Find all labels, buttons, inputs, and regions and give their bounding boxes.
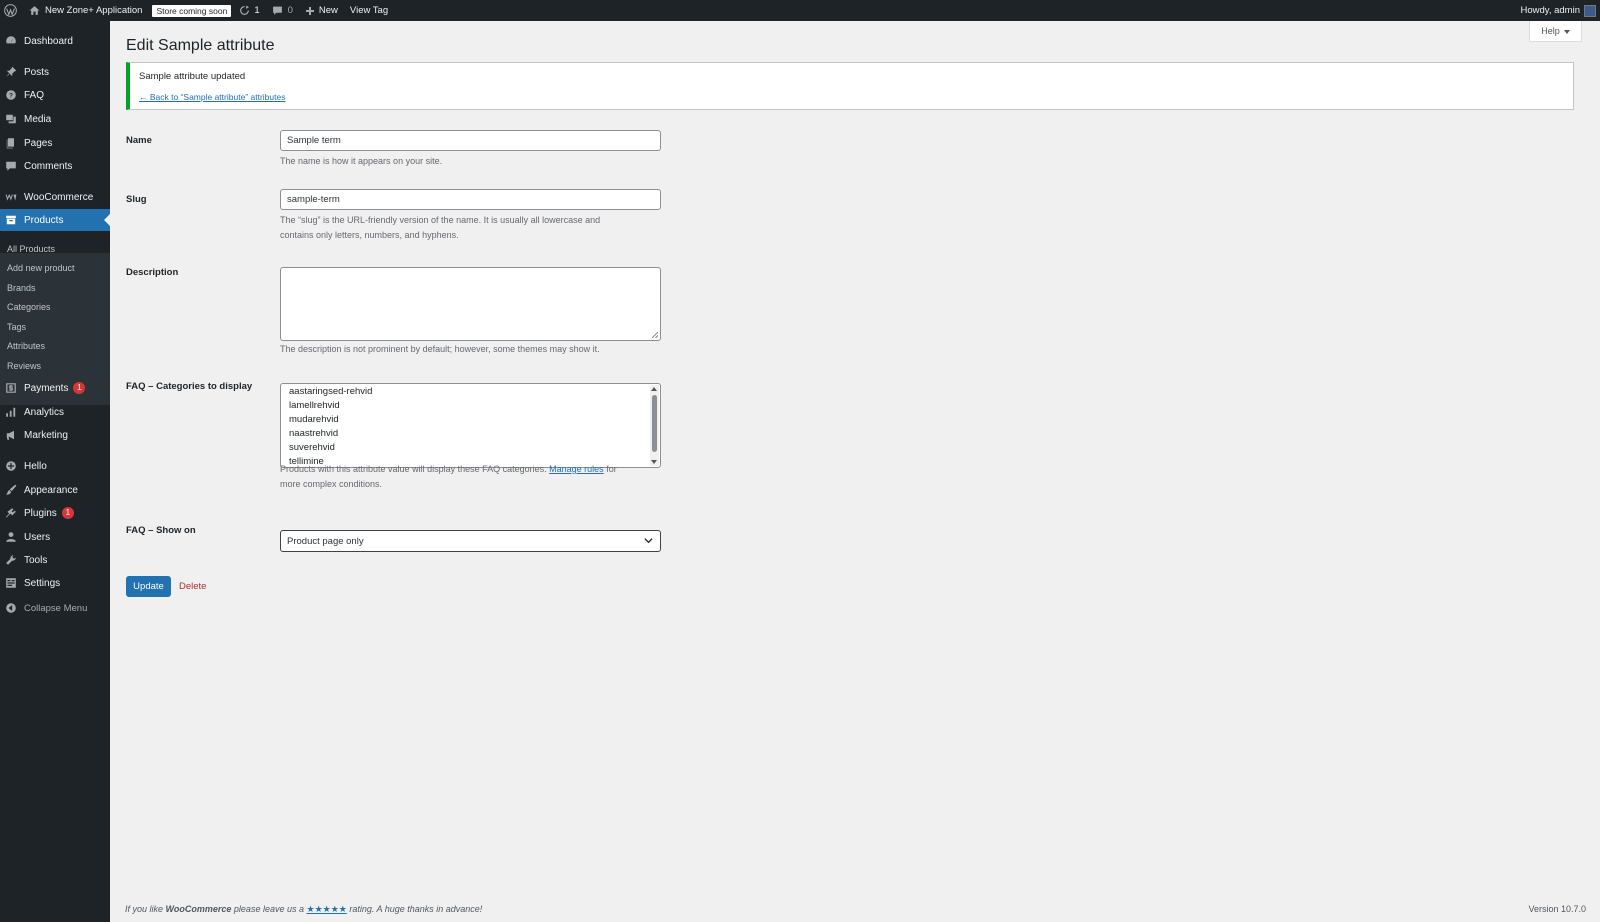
- sidebar-item-faq[interactable]: ? FAQ: [0, 84, 110, 106]
- user-icon: [5, 531, 17, 543]
- submenu-item-categories[interactable]: Categories: [7, 300, 51, 314]
- slug-label: Slug: [126, 194, 147, 205]
- svg-text:?: ?: [9, 92, 13, 99]
- faq-category-option[interactable]: naastrehvid: [289, 427, 338, 441]
- sidebar-item-comments[interactable]: Comments: [0, 155, 110, 177]
- submenu-item-reviews[interactable]: Reviews: [7, 359, 41, 373]
- back-to-attributes-link[interactable]: ← Back to “Sample attribute” attributes: [139, 92, 285, 102]
- payments-count-badge: 1: [73, 382, 86, 394]
- description-help: The description is not prominent by defa…: [280, 344, 600, 354]
- sidebar-item-settings[interactable]: Settings: [0, 572, 110, 594]
- site-name-link[interactable]: New Zone+ Application: [23, 0, 148, 21]
- view-tag-link[interactable]: View Tag: [344, 0, 394, 21]
- sidebar-item-media[interactable]: Media: [0, 108, 110, 130]
- faq-category-option[interactable]: lamellrehvid: [289, 399, 340, 413]
- submenu-item-tags[interactable]: Tags: [7, 320, 26, 334]
- faq-categories-description: Products with this attribute value will …: [280, 464, 617, 489]
- page-title: Edit Sample attribute: [126, 37, 275, 54]
- sidebar-item-plugins[interactable]: Plugins 1: [0, 502, 110, 524]
- sidebar-item-woocommerce[interactable]: WooCommerce: [0, 186, 110, 208]
- faq-category-option[interactable]: suverehvid: [289, 441, 335, 455]
- settings-icon: [5, 577, 17, 589]
- name-input[interactable]: Sample term: [280, 130, 661, 151]
- wrench-icon: [5, 554, 17, 566]
- new-content-link[interactable]: New: [299, 0, 344, 21]
- description-textarea[interactable]: [280, 267, 661, 341]
- faq-categories-multiselect[interactable]: aastaringsed-rehvid lamellrehvid mudareh…: [280, 383, 661, 468]
- main-content: Help Edit Sample attribute Sample attrib…: [110, 21, 1600, 922]
- submenu-item-all-products[interactable]: All Products: [7, 242, 55, 256]
- chevron-down-icon: [644, 536, 653, 548]
- updates-link[interactable]: 1: [233, 0, 265, 21]
- rating-stars-link[interactable]: ★★★★★: [307, 904, 347, 914]
- multiselect-scrollbar[interactable]: [650, 385, 659, 466]
- sidebar-item-marketing[interactable]: Marketing: [0, 424, 110, 446]
- pin-icon: [5, 66, 17, 78]
- plus-icon: [305, 6, 315, 16]
- avatar: [1584, 4, 1596, 17]
- sidebar-item-tools[interactable]: Tools: [0, 549, 110, 571]
- slug-description: The “slug” is the URL-friendly version o…: [280, 215, 601, 240]
- admin-sidebar: Dashboard Posts ? FAQ Media Pages Commen…: [0, 21, 110, 922]
- paintbrush-icon: [5, 484, 17, 496]
- comment-icon: [5, 160, 17, 172]
- caret-down-icon: [1563, 26, 1570, 36]
- comments-link[interactable]: 0: [266, 0, 299, 21]
- my-account-link[interactable]: Howdy, admin: [1515, 0, 1600, 21]
- plugins-count-badge: 1: [61, 507, 74, 519]
- faq-show-on-label: FAQ – Show on: [126, 525, 196, 536]
- archive-icon: [5, 214, 17, 226]
- plugin-icon: [5, 507, 17, 519]
- sidebar-item-payments[interactable]: Payments 1: [0, 377, 110, 399]
- collapse-arrow-icon: [5, 602, 17, 614]
- wordpress-logo-icon[interactable]: [0, 0, 23, 21]
- sidebar-item-hello[interactable]: Hello: [0, 455, 110, 477]
- faq-category-option[interactable]: mudarehvid: [289, 413, 339, 427]
- footer-thanks: If you like WooCommerce please leave us …: [125, 904, 483, 914]
- sidebar-item-appearance[interactable]: Appearance: [0, 479, 110, 501]
- delete-link[interactable]: Delete: [179, 581, 206, 592]
- megaphone-icon: [5, 429, 17, 441]
- updates-icon: [239, 5, 250, 16]
- sidebar-item-dashboard[interactable]: Dashboard: [0, 30, 110, 52]
- faq-category-option[interactable]: aastaringsed-rehvid: [289, 385, 372, 399]
- success-notice: Sample attribute updated ← Back to “Samp…: [126, 62, 1574, 110]
- collapse-menu-button[interactable]: Collapse Menu: [0, 597, 110, 619]
- media-icon: [5, 113, 17, 125]
- dashboard-icon: [5, 35, 17, 47]
- sidebar-item-pages[interactable]: Pages: [0, 132, 110, 154]
- admin-bar: New Zone+ Application Store coming soon …: [0, 0, 1600, 21]
- slug-input[interactable]: sample-term: [280, 189, 661, 210]
- submenu-item-brands[interactable]: Brands: [7, 281, 36, 295]
- sidebar-item-users[interactable]: Users: [0, 526, 110, 548]
- sidebar-item-products[interactable]: Products: [0, 209, 110, 231]
- home-icon: [29, 5, 40, 16]
- scroll-up-arrow-icon[interactable]: [651, 387, 657, 391]
- name-label: Name: [126, 135, 152, 146]
- help-circle-icon: ?: [5, 89, 17, 101]
- help-tab-button[interactable]: Help: [1529, 21, 1582, 42]
- manage-rules-link[interactable]: Manage rules: [549, 464, 604, 474]
- footer-version: Version 10.7.0: [1528, 904, 1586, 914]
- plus-circle-icon: [5, 460, 17, 472]
- payments-icon: [5, 382, 17, 394]
- notice-message: Sample attribute updated: [139, 71, 246, 82]
- sidebar-item-posts[interactable]: Posts: [0, 61, 110, 83]
- submenu-item-attributes[interactable]: Attributes: [7, 339, 45, 353]
- woocommerce-icon: [5, 191, 17, 203]
- store-coming-soon-badge[interactable]: Store coming soon: [148, 0, 233, 21]
- update-button[interactable]: Update: [126, 576, 171, 597]
- bar-chart-icon: [5, 406, 17, 418]
- faq-show-on-select[interactable]: Product page only: [280, 530, 661, 552]
- faq-categories-label: FAQ – Categories to display: [126, 381, 253, 392]
- name-description: The name is how it appears on your site.: [280, 156, 443, 166]
- scrollbar-thumb[interactable]: [652, 395, 657, 452]
- resize-handle-icon[interactable]: [652, 332, 658, 338]
- description-label: Description: [126, 267, 179, 278]
- comment-bubble-icon: [272, 5, 283, 16]
- sidebar-item-analytics[interactable]: Analytics: [0, 401, 110, 423]
- pages-icon: [5, 137, 17, 149]
- submenu-item-add-new-product[interactable]: Add new product: [7, 261, 75, 275]
